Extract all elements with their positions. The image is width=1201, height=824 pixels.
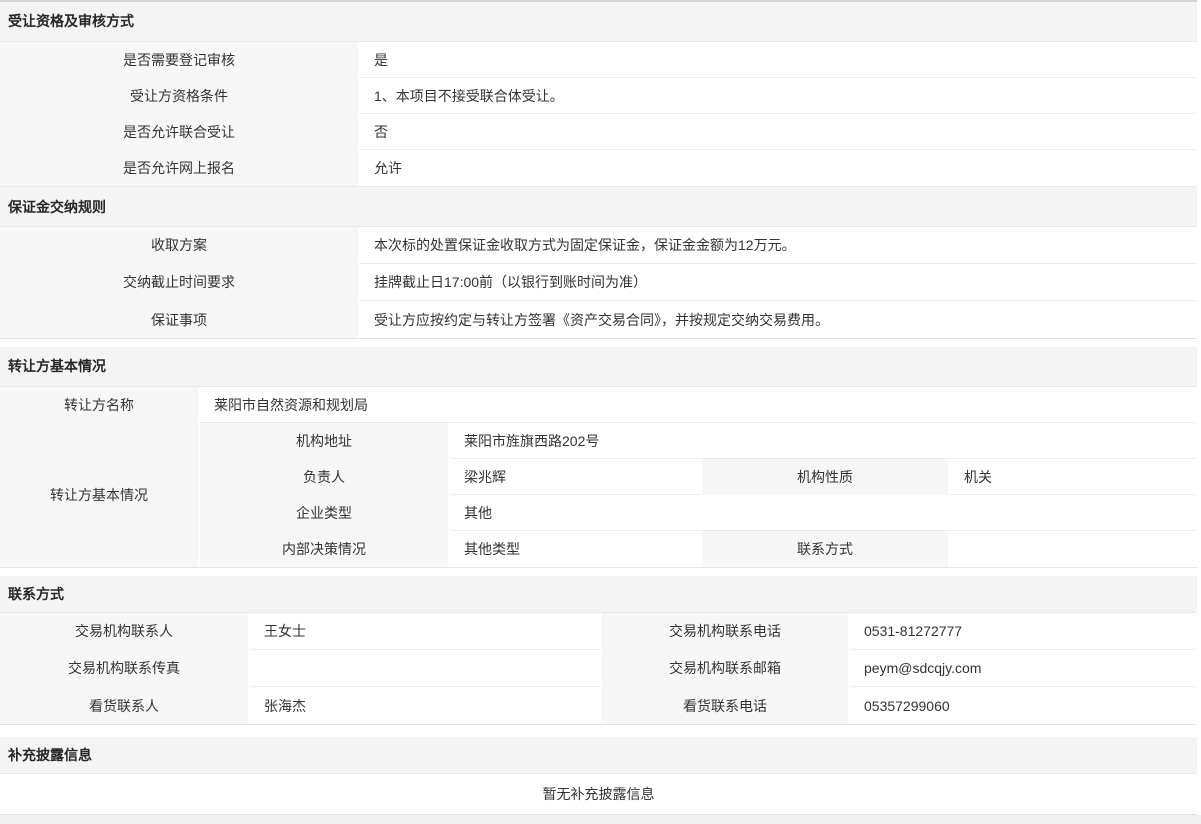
field-label: 是否需要登记审核: [0, 42, 360, 78]
section-supplementary-disclosure: 补充披露信息 暂无补充披露信息: [0, 737, 1197, 815]
table-row: 企业类型 其他: [200, 495, 1197, 531]
section-title-transfer-qualification: 受让资格及审核方式: [0, 2, 1197, 42]
field-value: 0531-81272777: [850, 613, 1197, 650]
transferor-detail-group: 转让方基本情况 机构地址 莱阳市旌旗西路202号 负责人 梁兆辉 机构性质 机关…: [0, 423, 1197, 567]
field-value: 其他: [450, 495, 1197, 531]
field-value: 受让方应按约定与转让方签署《资产交易合同》，并按规定交纳交易费用。: [360, 301, 1197, 338]
field-label: 保证事项: [0, 301, 360, 338]
field-value: 是: [360, 42, 1197, 78]
field-value: 否: [360, 114, 1197, 150]
field-value: [250, 650, 600, 687]
field-label: 是否允许联合受让: [0, 114, 360, 150]
field-label: 交易机构联系邮箱: [600, 650, 850, 687]
table-row: 是否需要登记审核 是: [0, 42, 1197, 78]
table-row: 是否允许联合受让 否: [0, 114, 1197, 150]
field-value: 莱阳市旌旗西路202号: [450, 423, 1197, 459]
table-row: 负责人 梁兆辉 机构性质 机关: [200, 459, 1197, 495]
table-row: 交易机构联系传真 交易机构联系邮箱 peym@sdcqjy.com: [0, 650, 1197, 687]
field-label: 是否允许网上报名: [0, 150, 360, 186]
field-value: 张海杰: [250, 687, 600, 724]
field-label: 交易机构联系传真: [0, 650, 250, 687]
section-title-supplementary-disclosure: 补充披露信息: [0, 737, 1197, 774]
field-label: 看货联系人: [0, 687, 250, 724]
section-title-transferor-info: 转让方基本情况: [0, 347, 1197, 387]
field-value: 其他类型: [450, 531, 700, 567]
table-row: 转让方名称 莱阳市自然资源和规划局: [0, 387, 1197, 423]
no-disclosure-message: 暂无补充披露信息: [0, 774, 1197, 814]
section-title-contact-info: 联系方式: [0, 576, 1197, 613]
section-gap: [0, 568, 1197, 576]
field-value: 王女士: [250, 613, 600, 650]
field-value: 挂牌截止日17:00前（以银行到账时间为准）: [360, 264, 1197, 301]
field-value: peym@sdcqjy.com: [850, 650, 1197, 687]
section-title-deposit-rules: 保证金交纳规则: [0, 186, 1197, 227]
field-label: 交纳截止时间要求: [0, 264, 360, 301]
table-row: 看货联系人 张海杰 看货联系电话 05357299060: [0, 687, 1197, 724]
field-value: 梁兆辉: [450, 459, 700, 495]
field-label: 交易机构联系人: [0, 613, 250, 650]
field-label: 看货联系电话: [600, 687, 850, 724]
table-row: 交纳截止时间要求 挂牌截止日17:00前（以银行到账时间为准）: [0, 264, 1197, 301]
table-row: 收取方案 本次标的处置保证金收取方式为固定保证金，保证金金额为12万元。: [0, 227, 1197, 264]
field-value: 允许: [360, 150, 1197, 186]
section-gap: [0, 339, 1197, 347]
field-label: 联系方式: [700, 531, 950, 567]
table-row: 受让方资格条件 1、本项目不接受联合体受让。: [0, 78, 1197, 114]
listing-detail-page: 受让资格及审核方式 是否需要登记审核 是 受让方资格条件 1、本项目不接受联合体…: [0, 0, 1197, 815]
field-label: 受让方资格条件: [0, 78, 360, 114]
field-value: 1、本项目不接受联合体受让。: [360, 78, 1197, 114]
section-gap: [0, 725, 1197, 737]
table-row: 交易机构联系人 王女士 交易机构联系电话 0531-81272777: [0, 613, 1197, 650]
field-value: [950, 531, 1197, 567]
field-label: 企业类型: [200, 495, 450, 531]
field-label: 负责人: [200, 459, 450, 495]
group-label: 转让方基本情况: [0, 423, 200, 567]
field-label: 机构地址: [200, 423, 450, 459]
page-background-strip: [0, 815, 1201, 824]
table-row: 机构地址 莱阳市旌旗西路202号: [200, 423, 1197, 459]
field-label: 交易机构联系电话: [600, 613, 850, 650]
field-value: 本次标的处置保证金收取方式为固定保证金，保证金金额为12万元。: [360, 227, 1197, 264]
field-label: 转让方名称: [0, 387, 200, 423]
field-value: 机关: [950, 459, 1197, 495]
section-transferor-info: 转让方基本情况 转让方名称 莱阳市自然资源和规划局 转让方基本情况 机构地址 莱…: [0, 347, 1197, 568]
section-contact-info: 联系方式 交易机构联系人 王女士 交易机构联系电话 0531-81272777 …: [0, 576, 1197, 725]
field-value: 莱阳市自然资源和规划局: [200, 387, 1197, 423]
field-label: 收取方案: [0, 227, 360, 264]
section-qualification-and-deposit: 受让资格及审核方式 是否需要登记审核 是 受让方资格条件 1、本项目不接受联合体…: [0, 0, 1197, 339]
field-label: 内部决策情况: [200, 531, 450, 567]
field-label: 机构性质: [700, 459, 950, 495]
table-row: 是否允许网上报名 允许: [0, 150, 1197, 186]
table-row: 内部决策情况 其他类型 联系方式: [200, 531, 1197, 567]
table-row: 保证事项 受让方应按约定与转让方签署《资产交易合同》，并按规定交纳交易费用。: [0, 301, 1197, 338]
field-value: 05357299060: [850, 687, 1197, 724]
